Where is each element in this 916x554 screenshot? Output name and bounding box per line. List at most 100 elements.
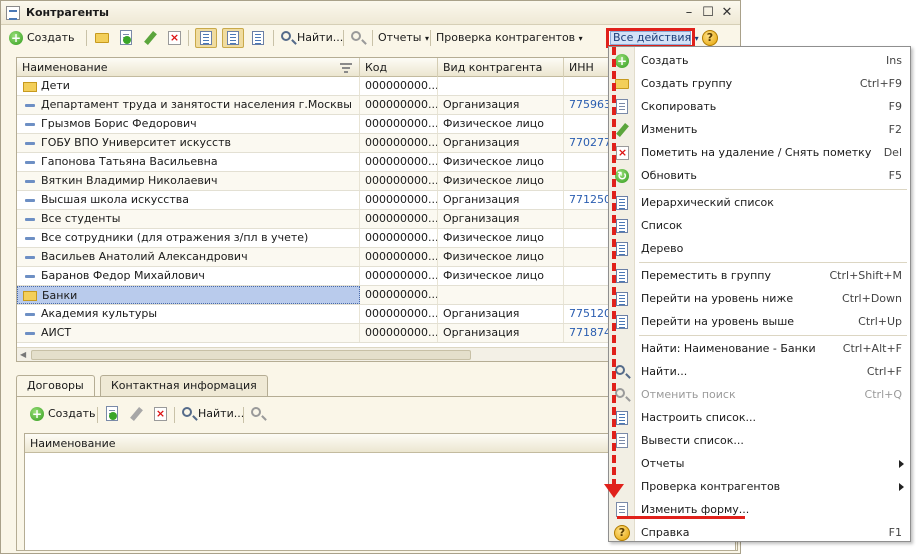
- all-actions-button-highlight[interactable]: Все действия ▾: [606, 28, 699, 48]
- menu-item[interactable]: + Создать Ins: [609, 49, 910, 72]
- menu-item[interactable]: Проверка контрагентов: [609, 475, 910, 498]
- menu-item-label: Проверка контрагентов: [641, 480, 781, 493]
- menu-item-shortcut: F2: [888, 123, 902, 136]
- create-button[interactable]: + Создать: [7, 29, 75, 47]
- find-button[interactable]: Найти...: [279, 29, 343, 47]
- menu-item[interactable]: Изменить F2: [609, 118, 910, 141]
- scroll-left-icon[interactable]: ◀: [20, 350, 26, 359]
- cell-code: 000000000...: [360, 134, 438, 152]
- menu-item[interactable]: Отменить поиск Ctrl+Q: [609, 383, 910, 406]
- menu-item-shortcut: Ctrl+F: [866, 365, 902, 378]
- cell-code: 000000000...: [360, 286, 438, 304]
- item-icon: [25, 123, 35, 126]
- menu-item-shortcut: Ins: [886, 54, 902, 67]
- menu-item-shortcut: Ctrl+F9: [859, 77, 902, 90]
- hierarchy-icon: [200, 31, 212, 45]
- close-button[interactable]: ✕: [719, 5, 735, 21]
- cell-name: ГОБУ ВПО Университет искусств: [17, 134, 360, 152]
- search-icon: [182, 407, 192, 417]
- menu-item-shortcut: Ctrl+Shift+M: [829, 269, 903, 282]
- delete-button[interactable]: ×: [165, 29, 183, 47]
- edit-button[interactable]: [141, 29, 159, 47]
- maximize-button[interactable]: ☐: [700, 5, 716, 21]
- menu-item[interactable]: Найти... Ctrl+F: [609, 360, 910, 383]
- tab-contact-info[interactable]: Контактная информация: [100, 375, 268, 397]
- delete-mark-icon: ×: [154, 407, 167, 421]
- toolbar-separator: [343, 30, 344, 46]
- menu-item[interactable]: Настроить список...: [609, 406, 910, 429]
- contracts-edit-button[interactable]: [127, 405, 145, 423]
- column-header-label: Вид контрагента: [443, 61, 543, 74]
- menu-item[interactable]: Найти: Наименование - Банки Ctrl+Alt+F: [609, 337, 910, 360]
- column-header-code[interactable]: Код: [360, 58, 438, 77]
- menu-item[interactable]: Скопировать F9: [609, 95, 910, 118]
- item-icon: [25, 161, 35, 164]
- contracts-create-button[interactable]: + Создать: [28, 405, 96, 423]
- minimize-button[interactable]: –: [681, 5, 697, 21]
- cell-kind: Физическое лицо: [438, 267, 564, 285]
- cell-kind: Физическое лицо: [438, 172, 564, 190]
- contracts-copy-button[interactable]: [103, 405, 121, 423]
- contracts-cancel-search-button[interactable]: [249, 405, 267, 423]
- folder-icon: [23, 82, 37, 92]
- copy-icon: [120, 30, 132, 45]
- menu-item[interactable]: ? Справка F1: [609, 521, 910, 544]
- check-counterparties-dropdown[interactable]: Проверка контрагентов ▾: [436, 29, 583, 47]
- menu-item[interactable]: Создать группу Ctrl+F9: [609, 72, 910, 95]
- menu-item[interactable]: Дерево: [609, 237, 910, 260]
- menu-item[interactable]: Отчеты: [609, 452, 910, 475]
- red-underline-highlight: [617, 516, 745, 519]
- tab-contracts[interactable]: Договоры: [16, 375, 95, 398]
- menu-item-shortcut: F5: [888, 169, 902, 182]
- contracts-delete-button[interactable]: ×: [151, 405, 169, 423]
- item-icon: [25, 218, 35, 221]
- cell-name: Грызмов Борис Федорович: [17, 115, 360, 133]
- column-header-kind[interactable]: Вид контрагента: [438, 58, 564, 77]
- item-icon: [25, 199, 35, 202]
- help-icon: ?: [613, 524, 631, 542]
- menu-item-shortcut: F9: [888, 100, 902, 113]
- help-button[interactable]: ?: [701, 29, 719, 47]
- hierarchy-view-button[interactable]: [195, 28, 217, 48]
- menu-item-label: Скопировать: [641, 100, 717, 113]
- cancel-search-button[interactable]: [349, 29, 367, 47]
- list-view-button[interactable]: [222, 28, 244, 48]
- reports-dropdown[interactable]: Отчеты ▾: [378, 29, 429, 47]
- menu-item[interactable]: Вывести список...: [609, 429, 910, 452]
- create-group-button[interactable]: [93, 29, 111, 47]
- scrollbar-thumb[interactable]: [31, 350, 471, 360]
- all-actions-button[interactable]: Все действия ▾: [610, 31, 699, 45]
- cell-kind: [438, 77, 564, 95]
- menu-item-label: Пометить на удаление / Снять пометку: [641, 146, 872, 159]
- menu-item[interactable]: Список: [609, 214, 910, 237]
- chevron-down-icon: ▾: [424, 34, 429, 43]
- cell-name: Гапонова Татьяна Васильевна: [17, 153, 360, 171]
- copy-button[interactable]: [117, 29, 135, 47]
- menu-item[interactable]: Переместить в группу Ctrl+Shift+M: [609, 264, 910, 287]
- red-dashed-guide-line: [612, 47, 616, 487]
- cell-kind: Организация: [438, 191, 564, 209]
- tree-view-button[interactable]: [249, 29, 267, 47]
- menu-item[interactable]: ↻ Обновить F5: [609, 164, 910, 187]
- menu-item[interactable]: Иерархический список: [609, 191, 910, 214]
- cell-name: Васильев Анатолий Александрович: [17, 248, 360, 266]
- menu-item-shortcut: Del: [883, 146, 902, 159]
- menu-item[interactable]: Перейти на уровень выше Ctrl+Up: [609, 310, 910, 333]
- menu-item[interactable]: × Пометить на удаление / Снять пометку Del: [609, 141, 910, 164]
- menu-item-shortcut: Ctrl+Alt+F: [842, 342, 902, 355]
- menu-item-label: Изменить: [641, 123, 698, 136]
- plus-icon: +: [30, 407, 44, 421]
- menu-item-label: Настроить список...: [641, 411, 757, 424]
- column-header-name[interactable]: Наименование: [17, 58, 360, 77]
- contracts-find-button[interactable]: Найти...: [180, 405, 244, 423]
- search-icon: [281, 31, 291, 41]
- check-counterparties-label: Проверка контрагентов: [436, 31, 576, 44]
- filter-icon[interactable]: [340, 63, 352, 73]
- menu-item[interactable]: Перейти на уровень ниже Ctrl+Down: [609, 287, 910, 310]
- menu-item-label: Перейти на уровень ниже: [641, 292, 794, 305]
- find-button-label: Найти...: [198, 407, 245, 420]
- cancel-search-icon: [351, 31, 361, 41]
- tree-icon: [252, 31, 264, 45]
- menu-item-label: Создать группу: [641, 77, 733, 90]
- tab-label: Договоры: [27, 379, 84, 392]
